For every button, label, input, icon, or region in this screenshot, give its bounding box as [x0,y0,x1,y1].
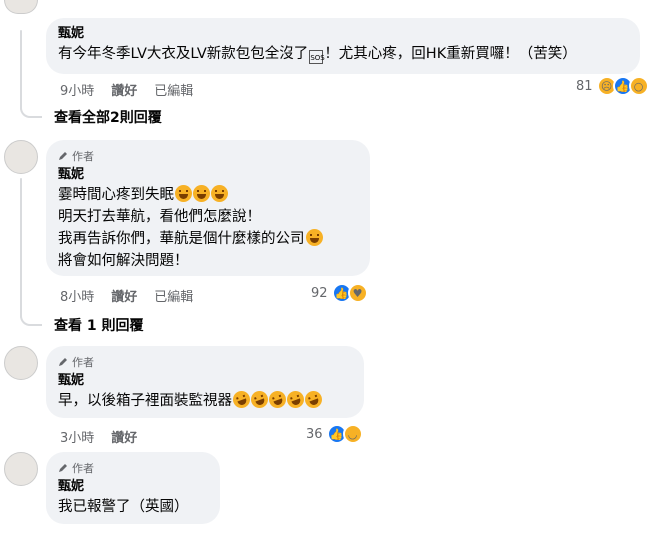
comment-time[interactable]: 8小時 [60,286,94,305]
avatar[interactable] [4,140,38,174]
rofl-emoji-icon [230,388,253,411]
rofl-emoji-icon [284,388,307,411]
comment-time[interactable]: 3小時 [60,427,94,446]
like-button[interactable]: 讚好 [111,286,137,305]
comment-author[interactable]: 甄妮 [58,372,352,390]
comment-author[interactable]: 甄妮 [58,478,208,496]
rofl-emoji-icon [248,388,271,411]
comment-bubble: 作者 甄妮 我已報警了（英國） [46,452,220,524]
like-button[interactable]: 讚好 [111,427,137,446]
reaction-summary[interactable]: 92 👍 ♥ [311,283,368,303]
comment-author[interactable]: 甄妮 [58,25,628,43]
rofl-emoji-icon [266,388,289,411]
pencil-icon [59,463,67,472]
comment-actions: 8小時 讚好 已編輯 [60,286,193,305]
thread-line [20,178,22,318]
comment-bubble: 作者 甄妮 早，以後箱子裡面裝監視器 [46,346,364,418]
comment-line: 將會如何解決問題！ [58,253,189,269]
reaction-count: 36 [306,426,323,442]
wow-reaction-icon: ○ [628,76,649,96]
author-badge: 作者 [58,148,358,163]
comment-bubble: 甄妮 有今年冬季LV大衣及LV新款包包全沒了 SOS！尤其心疼，回HK重新買囉！（… [46,18,640,74]
thread-connector [20,312,42,326]
reaction-summary[interactable]: 36 👍 ◡ [306,424,363,444]
comment-actions: 9小時 讚好 已編輯 [60,80,193,99]
edited-label[interactable]: 已編輯 [154,80,193,99]
sos-glyph: SOS [309,50,325,64]
author-badge: 作者 [58,354,352,369]
thread-line [20,30,22,110]
reaction-count: 92 [311,285,328,301]
reaction-summary[interactable]: 81 ☹ 👍 ○ [576,76,649,96]
comment-text: 早，以後箱子裡面裝監視器 [58,388,352,412]
author-badge: 作者 [58,460,208,475]
comment-actions: 3小時 讚好 [60,427,137,446]
comment-line: 明天打去華航，看他們怎麼說！ [58,209,261,225]
grin-emoji-icon [175,185,192,202]
comment-line: 我再告訴你們，華航是個什麼樣的公司 [58,228,358,250]
avatar[interactable] [4,346,38,380]
haha-reaction-icon: ◡ [342,424,363,444]
avatar[interactable] [4,452,38,486]
grin-emoji-icon [211,185,228,202]
like-button[interactable]: 讚好 [111,80,137,99]
comment-time[interactable]: 9小時 [60,80,94,99]
comment-text: 有今年冬季LV大衣及LV新款包包全沒了 SOS！尤其心疼，回HK重新買囉！（苦笑） [58,46,577,64]
tears-of-joy-emoji-icon [305,229,323,246]
view-replies-link[interactable]: 查看全部2則回覆 [54,107,162,127]
grin-emoji-icon [193,185,210,202]
comment-author[interactable]: 甄妮 [58,166,358,184]
comment-thread: 甄妮 有今年冬季LV大衣及LV新款包包全沒了 SOS！尤其心疼，回HK重新買囉！（… [0,0,660,537]
pencil-icon [59,357,67,366]
avatar[interactable] [4,0,38,14]
thread-connector [20,104,42,118]
view-replies-link[interactable]: 查看 1 則回覆 [54,315,144,335]
comment-text: 我已報警了（英國） [58,499,189,515]
comment-bubble: 作者 甄妮 霎時間心疼到失眠 明天打去華航，看他們怎麼說！ 我再告訴你們，華航是… [46,140,370,276]
pencil-icon [59,151,67,160]
rofl-emoji-icon [302,388,325,411]
reaction-count: 81 [576,78,593,94]
care-reaction-icon: ♥ [347,283,368,303]
edited-label[interactable]: 已編輯 [154,286,193,305]
comment-line: 霎時間心疼到失眠 [58,184,358,206]
